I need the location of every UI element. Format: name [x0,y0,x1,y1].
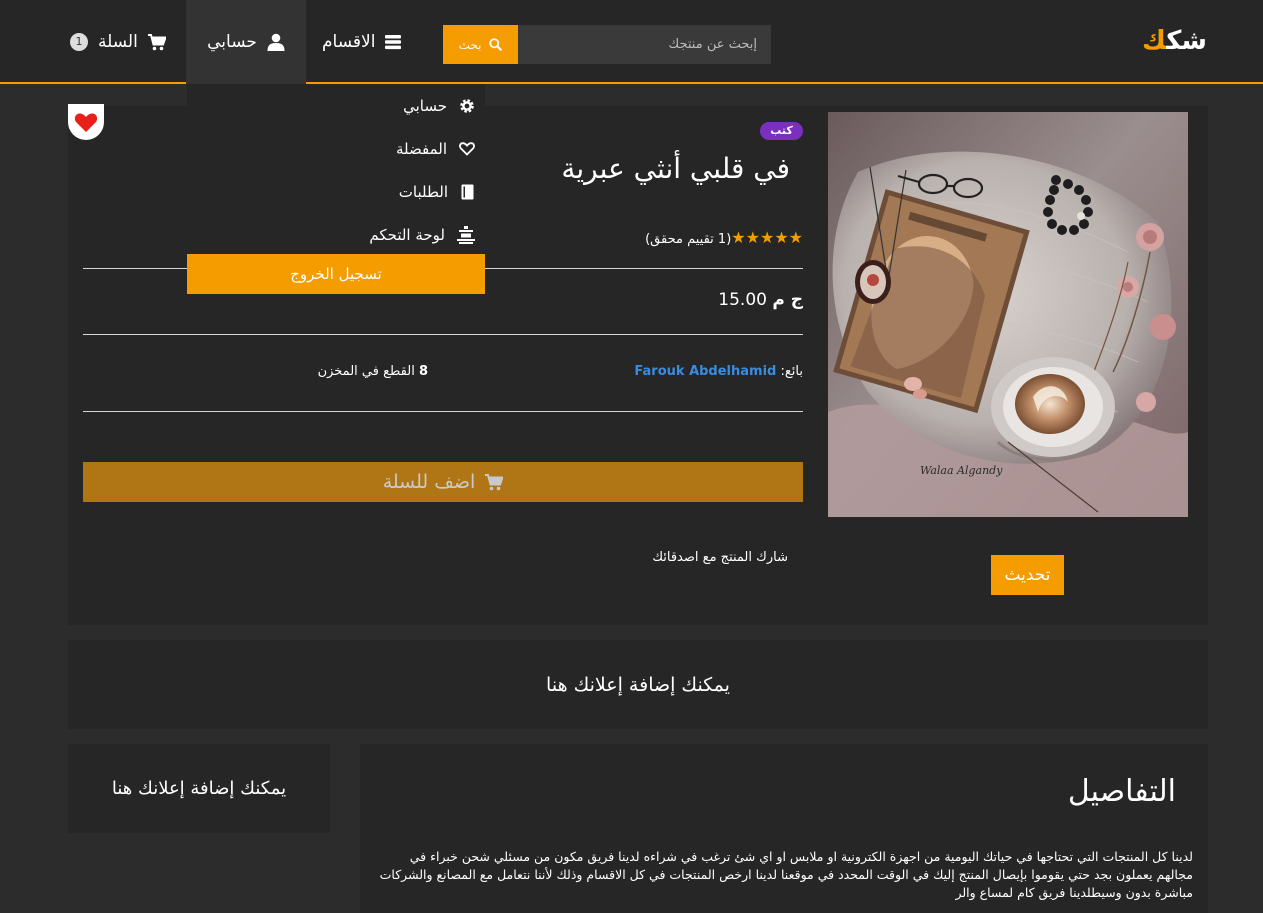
seller-name-link[interactable]: Farouk Abdelhamid [634,364,776,379]
dropdown-item-label: حسابي [403,96,447,115]
update-button[interactable]: تحديث [991,555,1064,595]
dropdown-item-orders[interactable]: الطلبات [187,170,485,213]
price-currency: ج م [772,290,803,310]
cart-label: السلة [98,32,138,52]
search-button-label: بحث [458,37,482,52]
product-rating: ★★★★★(1 تقييم محقق) [600,228,803,247]
cart-icon [147,33,166,50]
details-section: التفاصيل لدينا كل المنتجات التي تحتاجها … [360,744,1208,913]
categories-label: الاقسام [322,32,376,52]
price-value: 15.00 [718,290,767,310]
cart-icon [485,473,504,490]
seller-label: بائع: [780,364,804,379]
dropdown-item-dashboard[interactable]: لوحة التحكم [187,213,485,256]
product-title: في قلبي أنثي عبرية [561,152,790,185]
add-to-cart-label: اضف للسلة [382,471,476,493]
ad-banner-wide[interactable]: يمكنك إضافة إعلانك هنا [68,640,1208,729]
product-image[interactable]: Walaa Algandy [828,112,1188,517]
dropdown-item-label: لوحة التحكم [369,225,445,244]
image-signature: Walaa Algandy [920,464,1003,477]
share-text: شارك المنتج مع اصدقائك [652,550,788,565]
menu-icon [385,35,402,50]
user-icon [267,33,285,51]
heart-icon [74,112,98,132]
ad-banner-side[interactable]: يمكنك إضافة إعلانك هنا [68,744,330,833]
product-price: ج م 15.00 [600,290,803,310]
divider [83,334,803,335]
gear-icon [460,98,474,113]
favorite-button[interactable] [68,104,104,140]
seller-info: بائع: Farouk Abdelhamid [600,364,803,379]
stock-info: 8 القطع في المخزن [250,364,428,379]
nav-cart[interactable]: 1 السلة [70,0,166,84]
top-header: شكك بحث الاقسام حسابي 1 السلة [0,0,1263,84]
details-heading: التفاصيل [1067,774,1176,809]
nav-account[interactable]: حسابي [186,0,306,84]
rating-stars: ★★★★★ [731,228,803,247]
divider [83,411,803,412]
details-body: لدينا كل المنتجات التي تحتاجها في حياتك … [379,849,1193,900]
ad-text: يمكنك إضافة إعلانك هنا [111,778,287,799]
stock-count: 8 [418,364,428,379]
rating-text: (1 تقييم محقق) [645,232,732,247]
dropdown-item-label: الطلبات [398,182,448,201]
dropdown-item-account[interactable]: حسابي [187,84,485,127]
category-tag[interactable]: كتب [760,122,803,140]
nav-categories[interactable]: الاقسام [322,0,402,84]
book-icon [461,184,474,199]
ad-text: يمكنك إضافة إعلانك هنا [546,673,730,696]
account-dropdown: حسابي المفضلة الطلبات لوحة التحكم تسجيل … [187,84,485,294]
dashboard-icon [457,225,475,244]
search-input[interactable] [518,25,771,64]
search-button[interactable]: بحث [443,25,518,64]
site-logo[interactable]: شكك [1142,26,1208,56]
heart-outline-icon [459,141,475,156]
dropdown-item-label: المفضلة [395,139,447,158]
account-label: حسابي [207,32,257,52]
search-icon [489,38,503,51]
stock-text: القطع في المخزن [317,364,415,379]
cart-count-badge: 1 [70,33,88,51]
logout-button[interactable]: تسجيل الخروج [187,254,485,294]
add-to-cart-button[interactable]: اضف للسلة [83,462,803,502]
dropdown-item-favorites[interactable]: المفضلة [187,127,485,170]
